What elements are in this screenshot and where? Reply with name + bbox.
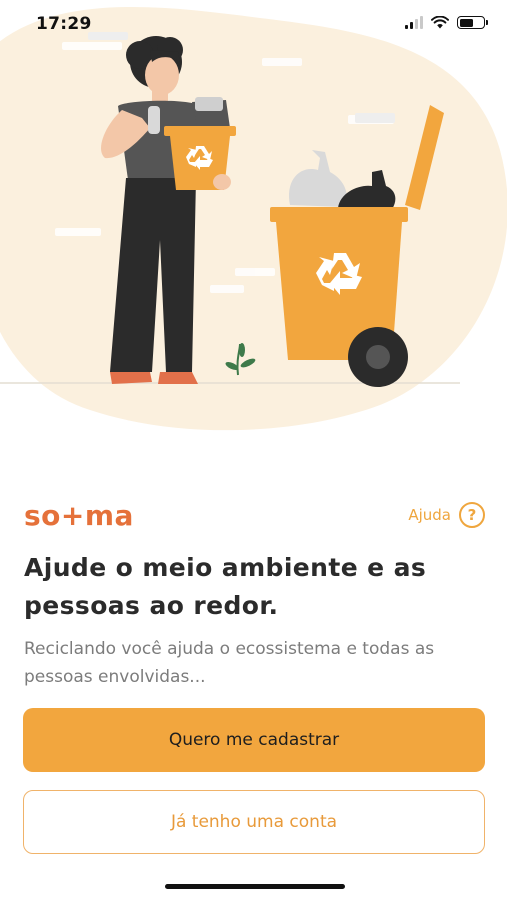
status-bar: 17:29 [0,0,507,50]
battery-icon [457,16,488,29]
app-logo: so+ma [24,498,134,532]
onboarding-content: so+ma Ajuda ? Ajude o meio ambiente e as… [24,495,485,691]
hero-illustration [0,0,507,440]
wifi-icon [431,16,449,29]
page-title: Ajude o meio ambiente e as pessoas ao re… [24,553,427,620]
login-button[interactable]: Já tenho uma conta [23,790,485,854]
status-time: 17:29 [36,14,92,34]
home-indicator[interactable] [165,884,345,889]
help-label: Ajuda [408,506,451,524]
status-icons [405,16,488,29]
page-description: Reciclando você ajuda o ecossistema e to… [24,639,435,687]
cellular-signal-icon [405,16,423,29]
brand-row: so+ma Ajuda ? [24,495,485,535]
question-circle-icon: ? [459,502,485,528]
register-button[interactable]: Quero me cadastrar [23,708,485,772]
help-link[interactable]: Ajuda ? [408,502,485,528]
